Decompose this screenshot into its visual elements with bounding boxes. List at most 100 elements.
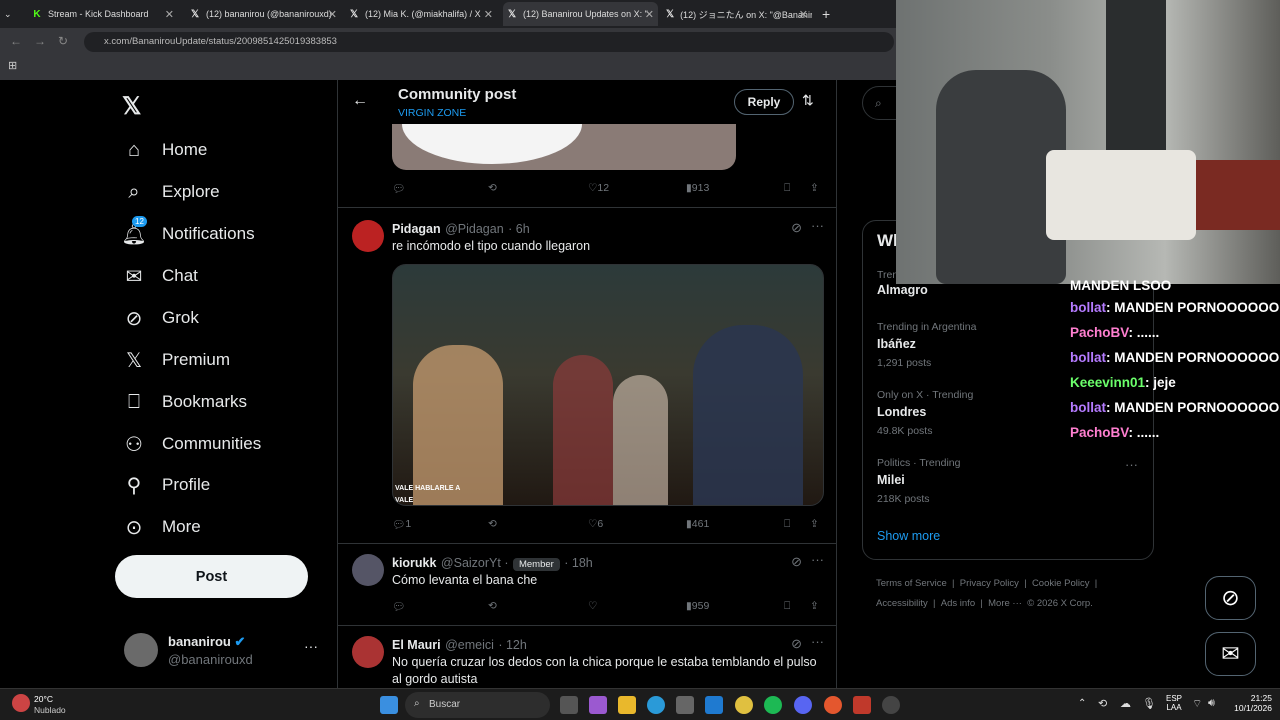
like-icon[interactable]: ♡ 6 (588, 518, 603, 530)
author-handle[interactable]: @Pidagan (445, 222, 504, 236)
weather-temp[interactable]: 20°C (34, 694, 53, 704)
weather-icon[interactable] (12, 694, 30, 712)
sidebar-item-communities[interactable]: ⚇ Communities (122, 432, 261, 456)
close-icon[interactable]: ✕ (328, 8, 337, 21)
tab-mia[interactable]: 𝕏 (12) Mia K. (@miakhalifa) / X ✕ (345, 4, 497, 24)
url-field[interactable]: x.com/BananirouUpdate/status/20098514250… (84, 32, 894, 52)
more-icon[interactable]: ··· (811, 552, 824, 567)
more-icon[interactable]: ··· (811, 218, 824, 233)
sidebar-item-more[interactable]: ⊙ More (122, 515, 201, 539)
obs-icon[interactable] (882, 696, 900, 714)
avatar[interactable] (352, 636, 384, 668)
sidebar-item-notifications[interactable]: 🔔︎ 12 Notifications (121, 216, 255, 246)
sidebar-item-grok[interactable]: ⊘ Grok (122, 306, 199, 330)
views-icon[interactable]: ▮ 461 (686, 518, 709, 530)
stream-chat-overlay: MANDEN LSOO bollat: MANDEN PORNOOOOOO Pa… (1066, 278, 1280, 444)
new-tab-button[interactable]: + (818, 4, 838, 24)
chevron-up-icon[interactable]: ⌃ (1078, 698, 1086, 709)
post-media[interactable]: VALE HABLARLE A VALE (392, 264, 824, 506)
post-button[interactable]: Post (115, 555, 308, 598)
messages-fab-button[interactable]: ✉ (1205, 632, 1256, 676)
discord-icon[interactable] (794, 696, 812, 714)
chrome-icon[interactable] (735, 696, 753, 714)
repost-icon[interactable]: ⟲ (488, 518, 497, 530)
more-icon[interactable]: ··· (1125, 457, 1138, 472)
network-icon[interactable]: ⟲ (1098, 697, 1107, 710)
back-arrow-icon[interactable]: ← (352, 92, 368, 110)
grok-icon[interactable]: ⊘ (791, 554, 802, 570)
close-icon[interactable]: ✕ (799, 8, 808, 21)
reply-icon[interactable]: 💬︎ 1 (392, 518, 411, 531)
share-icon[interactable]: ⇪ (810, 600, 819, 612)
author-handle[interactable]: @SaizorYt · (441, 556, 509, 570)
author-name[interactable]: Pidagan (392, 222, 441, 236)
taskbar-search-input[interactable]: ⌕ Buscar (405, 692, 550, 718)
reload-icon[interactable]: ↻ (58, 34, 68, 48)
x-logo-icon[interactable]: 𝕏 (122, 92, 141, 121)
store-icon[interactable] (676, 696, 694, 714)
volume-icon[interactable]: 🔊︎ (1208, 697, 1215, 710)
tab-kick[interactable]: K Stream - Kick Dashboard ✕ (28, 4, 178, 24)
like-icon[interactable]: ♡ 12 (588, 182, 609, 194)
bookmark-icon[interactable]: ⎕ (784, 600, 790, 613)
close-icon[interactable]: ✕ (645, 8, 654, 21)
trend-item[interactable]: Politics · Trending Milei 218K posts (877, 457, 1147, 505)
sidebar-item-bookmarks[interactable]: ⎕ Bookmarks (122, 390, 247, 414)
views-icon[interactable]: ▮ 913 (686, 182, 709, 194)
onedrive-icon[interactable]: ☁ (1120, 697, 1131, 710)
app-icon[interactable] (853, 696, 871, 714)
like-icon[interactable]: ♡ (588, 600, 597, 612)
task-view-icon[interactable] (560, 696, 578, 714)
grok-icon[interactable]: ⊘ (791, 220, 802, 236)
clock[interactable]: 21:25 10/1/2026 (1228, 693, 1272, 713)
tab-list-button[interactable]: ⌄ (0, 4, 22, 24)
sidebar-item-premium[interactable]: 𝕏 Premium (122, 348, 230, 372)
more-icon[interactable]: ··· (304, 638, 318, 654)
close-icon[interactable]: ✕ (165, 8, 174, 21)
copilot-icon[interactable] (589, 696, 607, 714)
share-icon[interactable]: ⇪ (810, 518, 819, 530)
more-icon[interactable]: ··· (811, 634, 824, 649)
microphone-icon[interactable]: 🎙︎ (1142, 697, 1156, 710)
views-icon[interactable]: ▮ 959 (686, 600, 709, 612)
author-name[interactable]: kiorukk (392, 556, 436, 570)
community-name[interactable]: VIRGIN ZONE (398, 107, 466, 119)
sidebar-item-explore[interactable]: ⌕ Explore (122, 180, 219, 204)
wifi-icon[interactable]: ⌔ (1192, 697, 1202, 711)
tab-jonitan[interactable]: 𝕏 (12) ジョニたん on X: "@Bananiro ✕ (662, 4, 812, 24)
language-indicator[interactable]: ESP LAA (1166, 694, 1182, 712)
account-switcher[interactable]: bananirou ✔ @bananirouxd ··· (124, 630, 324, 670)
back-icon[interactable]: ← (10, 34, 22, 48)
author-handle[interactable]: @emeici (445, 638, 494, 652)
sidebar-item-home[interactable]: ⌂ Home (122, 138, 207, 162)
repost-icon[interactable]: ⟲ (488, 600, 497, 612)
windows-start-icon[interactable] (380, 696, 398, 714)
reply-button[interactable]: Reply (734, 89, 794, 115)
tab-bananirou-updates[interactable]: 𝕏 (12) Bananirou Updates on X: " ✕ (503, 2, 658, 26)
forward-icon[interactable]: → (34, 34, 46, 48)
grok-fab-button[interactable]: ⊘ (1205, 576, 1256, 620)
show-more-link[interactable]: Show more (877, 529, 940, 543)
close-icon[interactable]: ✕ (484, 8, 493, 21)
mail-app-icon[interactable] (705, 696, 723, 714)
reply-icon[interactable]: 💬︎ (392, 182, 405, 195)
grok-icon[interactable]: ⊘ (791, 636, 802, 652)
bookmark-icon[interactable]: ⎕ (784, 182, 790, 195)
post-media[interactable] (392, 124, 736, 170)
avatar[interactable] (352, 554, 384, 586)
repost-icon[interactable]: ⟲ (488, 182, 497, 194)
filter-icon[interactable]: ⇅ (802, 92, 814, 109)
spotify-icon[interactable] (764, 696, 782, 714)
file-explorer-icon[interactable] (618, 696, 636, 714)
avatar[interactable] (352, 220, 384, 252)
tab-bananirou[interactable]: 𝕏 (12) bananirou (@bananirouxd) ✕ (186, 4, 341, 24)
app-icon[interactable] (824, 696, 842, 714)
share-icon[interactable]: ⇪ (810, 182, 819, 194)
apps-icon[interactable]: ⊞ (8, 59, 17, 72)
sidebar-item-chat[interactable]: ✉ Chat (122, 264, 198, 288)
reply-icon[interactable]: 💬︎ (392, 600, 405, 613)
bookmark-icon[interactable]: ⎕ (784, 518, 790, 531)
author-name[interactable]: El Mauri (392, 638, 441, 652)
sidebar-item-profile[interactable]: ⚲ Profile (122, 473, 211, 497)
edge-icon[interactable] (647, 696, 665, 714)
